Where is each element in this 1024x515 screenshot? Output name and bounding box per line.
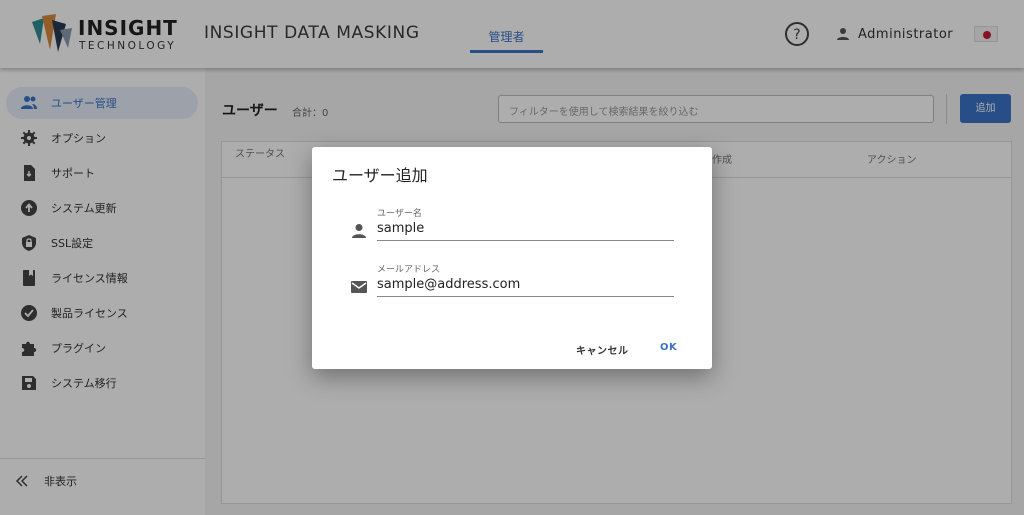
person-icon — [352, 224, 366, 238]
dialog-title: ユーザー追加 — [332, 166, 428, 185]
username-input[interactable]: sample — [377, 219, 674, 241]
mail-icon — [351, 281, 367, 293]
username-label: ユーザー名 — [377, 209, 422, 219]
email-field[interactable]: メールアドレス sample@address.com — [350, 262, 674, 298]
cancel-button[interactable]: キャンセル — [576, 342, 629, 357]
email-label: メールアドレス — [377, 265, 441, 275]
add-user-dialog: ユーザー追加 ユーザー名 sample メールアドレス sample@addre… — [312, 147, 712, 369]
username-field[interactable]: ユーザー名 sample — [350, 206, 674, 242]
ok-button[interactable]: OK — [660, 342, 677, 353]
email-input[interactable]: sample@address.com — [377, 275, 674, 297]
